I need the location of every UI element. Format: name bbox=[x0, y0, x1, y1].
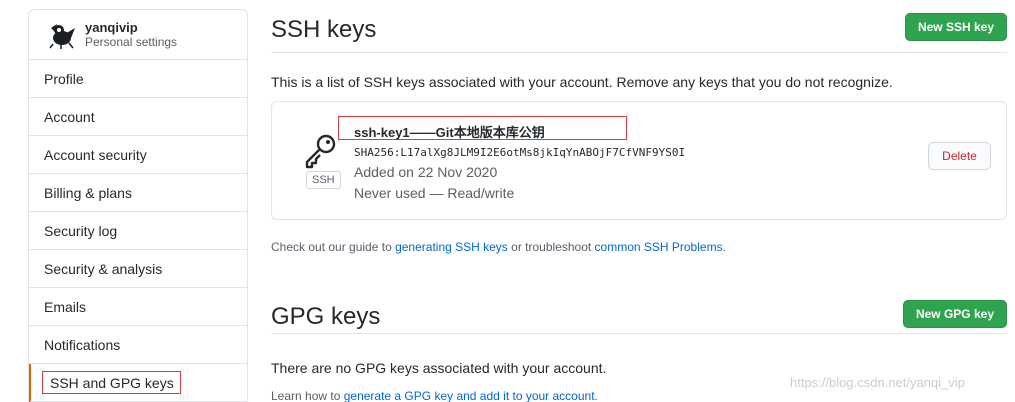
ssh-keys-title: SSH keys bbox=[271, 15, 377, 43]
ssh-description: This is a list of SSH keys associated wi… bbox=[271, 74, 893, 90]
ssh-key-item: SSH ssh-key1——Git本地版本库公钥 SHA256:L17alXg8… bbox=[271, 101, 1007, 220]
generating-ssh-keys-link[interactable]: generating SSH keys bbox=[395, 240, 508, 254]
sidebar-item-account-security[interactable]: Account security bbox=[29, 136, 247, 174]
sidebar-item-label: Account bbox=[44, 108, 95, 125]
ssh-key-fingerprint: SHA256:L17alXg8JLM9I2E6otMs8jkIqYnABOjF7… bbox=[354, 146, 686, 159]
sidebar-item-emails[interactable]: Emails bbox=[29, 288, 247, 326]
sidebar-item-label: Security & analysis bbox=[44, 260, 163, 277]
delete-key-button[interactable]: Delete bbox=[928, 142, 991, 170]
sidebar-item-label: Profile bbox=[44, 70, 84, 87]
user-header[interactable]: yanqivip Personal settings bbox=[29, 10, 247, 60]
username: yanqivip bbox=[85, 19, 138, 35]
sidebar-item-label: Notifications bbox=[44, 336, 121, 353]
settings-sidebar: yanqivip Personal settings Profile Accou… bbox=[28, 9, 248, 402]
sidebar-item-label: Security log bbox=[44, 222, 118, 239]
gpg-description: There are no GPG keys associated with yo… bbox=[271, 360, 607, 376]
sidebar-item-security-log[interactable]: Security log bbox=[29, 212, 247, 250]
sidebar-item-profile[interactable]: Profile bbox=[29, 60, 247, 98]
ssh-key-added-date: Added on 22 Nov 2020 bbox=[354, 164, 498, 180]
user-subtitle: Personal settings bbox=[85, 34, 178, 49]
learn-prefix: Learn how to bbox=[271, 389, 344, 402]
avatar bbox=[47, 20, 77, 50]
gpg-keys-title: GPG keys bbox=[271, 302, 381, 330]
sidebar-item-security-analysis[interactable]: Security & analysis bbox=[29, 250, 247, 288]
generate-gpg-key-link[interactable]: generate a GPG key and add it to your ac… bbox=[344, 389, 595, 402]
sidebar-item-account[interactable]: Account bbox=[29, 98, 247, 136]
gpg-learn-text: Learn how to generate a GPG key and add … bbox=[271, 389, 598, 402]
sidebar-item-notifications[interactable]: Notifications bbox=[29, 326, 247, 364]
learn-suffix: . bbox=[594, 389, 598, 402]
sidebar-item-label: Account security bbox=[44, 146, 147, 163]
common-ssh-problems-link[interactable]: common SSH Problems bbox=[595, 240, 723, 254]
new-gpg-key-button[interactable]: New GPG key bbox=[902, 299, 1007, 328]
sidebar-item-ssh-gpg-keys[interactable]: SSH and GPG keys bbox=[29, 364, 247, 402]
guide-prefix: Check out our guide to bbox=[271, 240, 396, 254]
watermark: https://blog.csdn.net/yanqi_vip bbox=[790, 375, 965, 390]
ssh-section-header: SSH keys New SSH key bbox=[271, 12, 1007, 53]
ssh-key-usage: Never used — Read/write bbox=[354, 185, 515, 201]
ssh-badge: SSH bbox=[306, 171, 341, 189]
gpg-section-header: GPG keys New GPG key bbox=[271, 296, 1007, 334]
sidebar-item-billing[interactable]: Billing & plans bbox=[29, 174, 247, 212]
sidebar-item-label: Billing & plans bbox=[44, 184, 132, 201]
ssh-key-title: ssh-key1——Git本地版本库公钥 bbox=[338, 116, 627, 140]
new-ssh-key-button[interactable]: New SSH key bbox=[904, 12, 1007, 41]
ssh-guide-text: Check out our guide to generating SSH ke… bbox=[271, 240, 726, 254]
sidebar-item-label: Emails bbox=[44, 298, 87, 315]
guide-suffix: . bbox=[722, 240, 726, 254]
sidebar-item-label: SSH and GPG keys bbox=[42, 371, 181, 394]
guide-middle: or troubleshoot bbox=[507, 240, 595, 254]
